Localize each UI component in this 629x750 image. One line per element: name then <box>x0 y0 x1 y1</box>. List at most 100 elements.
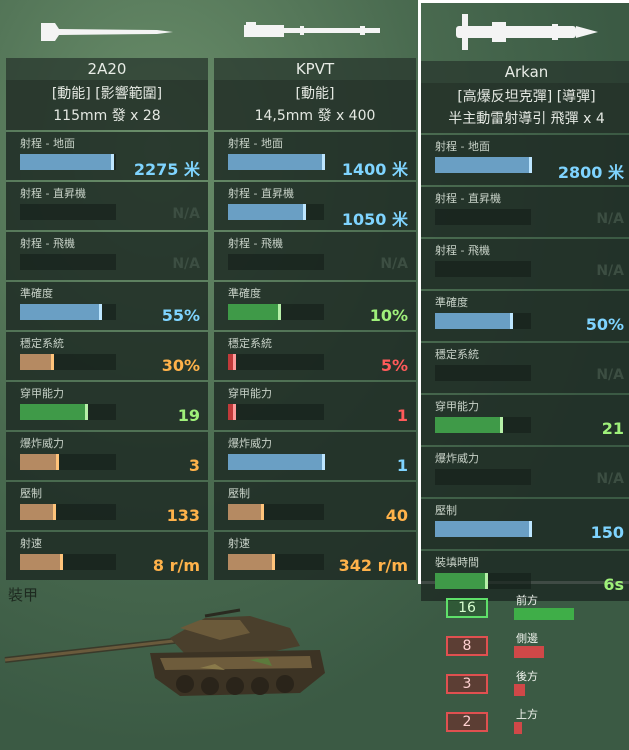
stat-bar <box>228 204 324 220</box>
stat-row: 準確度 10% <box>214 282 416 330</box>
stat-bar-fill <box>20 454 59 470</box>
missile-icon <box>421 3 629 61</box>
stat-row: 穩定系統 N/A <box>421 343 629 393</box>
stat-label: 射速 <box>20 537 42 550</box>
weapon-tags: [高爆反坦克彈] [導彈] <box>457 89 596 105</box>
stat-value: 133 <box>166 506 200 525</box>
tank-icon <box>4 608 325 696</box>
stat-value: 1050 米 <box>341 210 408 229</box>
stat-value: 10% <box>369 306 408 325</box>
armor-label: 後方 <box>516 670 538 683</box>
stat-bar <box>228 154 325 170</box>
stat-row: 射程 - 直昇機 N/A <box>6 182 208 230</box>
stat-value: N/A <box>596 367 624 383</box>
stat-bar-fill <box>20 304 102 320</box>
stat-label: 壓制 <box>20 487 42 500</box>
stat-row: 準確度 50% <box>421 291 629 341</box>
weapon-name: KPVT <box>214 58 416 80</box>
stat-row: 射速 342 r/m <box>214 532 416 580</box>
stat-label: 穿甲能力 <box>20 387 64 400</box>
stat-value: 21 <box>601 419 624 438</box>
stat-value: 150 <box>590 523 624 542</box>
armor-label: 側邊 <box>516 632 538 645</box>
armor-label: 上方 <box>516 708 538 721</box>
stat-value: 8 r/m <box>152 556 200 575</box>
stat-bar <box>20 254 116 270</box>
shell-icon <box>6 6 208 58</box>
stat-value: N/A <box>172 256 200 272</box>
stat-row: 爆炸威力 3 <box>6 432 208 480</box>
stat-label: 準確度 <box>228 287 261 300</box>
stat-row: 穩定系統 30% <box>6 332 208 380</box>
stat-value: N/A <box>596 211 624 227</box>
stat-value: 2800 米 <box>557 163 624 182</box>
stat-label: 壓制 <box>435 504 457 517</box>
weapon-tags: [動能] <box>295 86 335 102</box>
weapon-card-2[interactable]: Arkan [高爆反坦克彈] [導彈] 半主動雷射導引 飛彈 x 4 射程 - 地面 2… <box>418 0 629 601</box>
stat-bar-fill <box>435 313 513 329</box>
stat-bar-fill <box>435 157 532 173</box>
stat-value: 342 r/m <box>338 556 408 575</box>
stat-bar <box>228 254 324 270</box>
weapon-card-1: KPVT [動能] 14,5mm 發 x 400 射程 - 地面 1400 米射程 - … <box>214 6 416 580</box>
stat-value: 2275 米 <box>133 160 200 179</box>
stat-bar-fill <box>228 504 264 520</box>
stat-bar <box>435 417 531 433</box>
stat-bar <box>435 469 531 485</box>
stat-bar <box>20 404 116 420</box>
stat-bar-fill <box>228 404 236 420</box>
stat-row: 射程 - 地面 2800 米 <box>421 135 629 185</box>
stat-value: 30% <box>161 356 200 375</box>
stat-label: 射程 - 直昇機 <box>228 187 294 200</box>
stat-row: 射速 8 r/m <box>6 532 208 580</box>
stat-bar <box>435 157 532 173</box>
stat-label: 穿甲能力 <box>435 400 479 413</box>
weapon-tags: [動能] [影響範圍] <box>51 86 163 102</box>
stat-label: 爆炸威力 <box>435 452 479 465</box>
stat-bar <box>228 554 324 570</box>
armor-bar <box>514 608 574 620</box>
stat-value: 40 <box>385 506 408 525</box>
stat-value: N/A <box>596 263 624 279</box>
armor-row: 8 側邊 <box>446 632 616 660</box>
stat-bar <box>20 454 116 470</box>
stat-bar <box>228 404 324 420</box>
stat-value: 1 <box>396 456 408 475</box>
stat-value: N/A <box>380 256 408 272</box>
stat-label: 穩定系統 <box>228 337 272 350</box>
stat-value: 55% <box>161 306 200 325</box>
stat-value: 50% <box>585 315 624 334</box>
stat-bar <box>435 209 531 225</box>
stat-bar <box>435 313 531 329</box>
machine-gun-icon <box>214 6 416 58</box>
stat-row: 壓制 133 <box>6 482 208 530</box>
weapon-name: 2A20 <box>6 58 208 80</box>
stat-row: 射程 - 飛機 N/A <box>214 232 416 280</box>
stat-bar-fill <box>228 304 281 320</box>
stat-row: 射程 - 地面 1400 米 <box>214 132 416 180</box>
armor-value: 16 <box>446 598 488 618</box>
stat-bar <box>228 454 325 470</box>
stat-label: 準確度 <box>20 287 53 300</box>
stat-row: 爆炸威力 N/A <box>421 447 629 497</box>
stat-row: 壓制 40 <box>214 482 416 530</box>
stat-label: 準確度 <box>435 296 468 309</box>
stat-label: 射程 - 飛機 <box>435 244 490 257</box>
stat-label: 穩定系統 <box>435 348 479 361</box>
stat-bar-fill <box>435 521 532 537</box>
stat-label: 爆炸威力 <box>20 437 64 450</box>
stat-label: 壓制 <box>228 487 250 500</box>
weapon-ammo: 14,5mm 發 x 400 <box>254 108 376 124</box>
stat-row: 準確度 55% <box>6 282 208 330</box>
armor-row: 3 後方 <box>446 670 616 698</box>
stat-label: 射速 <box>228 537 250 550</box>
stat-bar-fill <box>20 404 88 420</box>
stat-label: 裝填時間 <box>435 556 479 569</box>
stat-bar <box>20 204 116 220</box>
weapon-columns: 2A20 [動能] [影響範圍] 115mm 發 x 28 射程 - 地面 2275 米… <box>6 0 629 601</box>
stat-label: 射程 - 直昇機 <box>435 192 501 205</box>
stat-bar <box>435 261 531 277</box>
stat-row: 爆炸威力 1 <box>214 432 416 480</box>
stat-value: N/A <box>172 206 200 222</box>
armor-value: 2 <box>446 712 488 732</box>
